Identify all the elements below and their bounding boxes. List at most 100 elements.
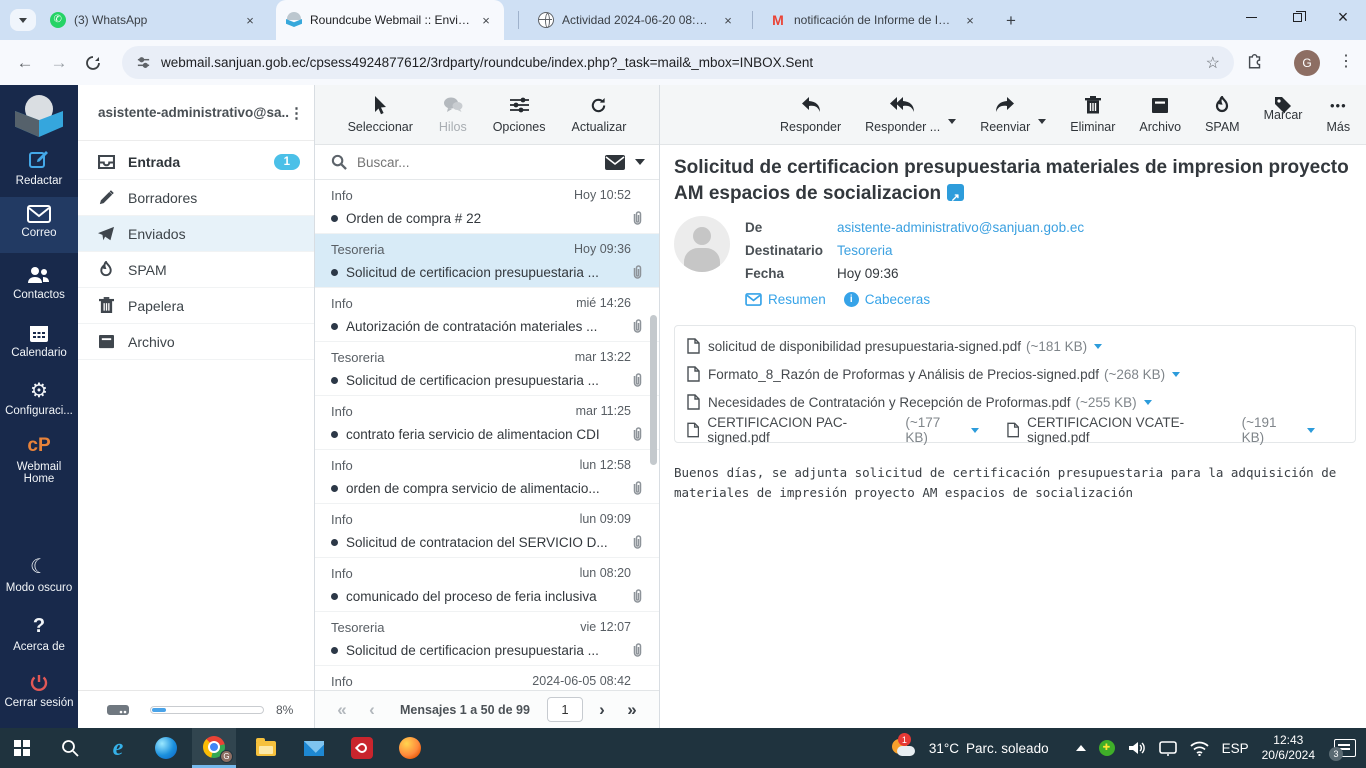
tab-roundcube[interactable]: Roundcube Webmail :: Enviados × [276,0,504,40]
more-button[interactable]: ••• Más [1326,95,1350,135]
reply-all-button[interactable]: Responder ... [865,95,940,134]
forward-button[interactable]: Reenviar [980,95,1030,134]
minimize-button[interactable] [1228,0,1274,34]
taskbar-explorer-button[interactable] [244,728,288,768]
tab-close-icon[interactable]: × [478,12,494,28]
message-row[interactable]: Tesoreria mar 13:22 Solicitud de certific… [315,342,659,396]
message-row[interactable]: Info mar 11:25 contrato feria servicio de… [315,396,659,450]
search-input[interactable] [357,154,605,170]
search-options-chevron-icon[interactable] [635,159,645,165]
delete-button[interactable]: Eliminar [1070,95,1115,134]
tray-chevron-up-icon[interactable] [1075,745,1086,751]
message-row-selected[interactable]: Tesoreria Hoy 09:36 Solicitud de certific… [315,234,659,288]
sidebar-item-modo-oscuro[interactable]: ☾ Modo oscuro [0,556,78,594]
attachment-dropdown-icon[interactable] [1307,427,1316,433]
attachment-dropdown-icon[interactable] [1143,399,1152,405]
recipient-link[interactable]: Tesoreria [837,243,893,258]
folder-papelera[interactable]: Papelera [78,288,314,324]
reply-button[interactable]: Responder [780,95,841,134]
taskbar-ie-button[interactable]: e [96,728,140,768]
clock[interactable]: 12:43 20/6/2024 [1262,733,1315,763]
message-row[interactable]: Tesoreria vie 12:07 Solicitud de certific… [315,612,659,666]
next-page-icon[interactable]: › [587,700,617,720]
sidebar-item-webmail-home[interactable]: cP Webmail Home [0,435,78,485]
message-row[interactable]: Info Hoy 10:52 Orden de compra # 22 [315,180,659,234]
folder-borradores[interactable]: Borradores [78,180,314,216]
last-page-icon[interactable]: » [617,700,647,720]
volume-icon[interactable] [1128,740,1146,756]
forward-button[interactable]: → [42,53,76,73]
sidebar-item-correo[interactable]: Correo [0,197,78,253]
notifications-icon[interactable]: 3 [1329,739,1356,761]
attachment-item[interactable]: CERTIFICACION VCATE-signed.pdf (~191 KB) [1007,415,1316,445]
reload-button[interactable] [76,55,110,71]
taskbar-edge-button[interactable] [144,728,188,768]
start-button[interactable] [0,728,44,768]
options-button[interactable]: Opciones [493,95,546,134]
attachment-dropdown-icon[interactable] [1172,371,1181,377]
attachment-item[interactable]: Necesidades de Contratación y Recepción … [687,394,1152,410]
tab-close-icon[interactable]: × [720,12,736,28]
back-button[interactable]: ← [8,53,42,73]
url-bar[interactable]: webmail.sanjuan.gob.ec/cpsess4924877612/… [122,46,1234,79]
message-row[interactable]: Info lun 09:09 Solicitud de contratacion … [315,504,659,558]
new-tab-button[interactable]: + [998,8,1024,34]
prev-page-icon[interactable]: ‹ [357,700,387,720]
restore-button[interactable] [1274,0,1320,34]
summary-link[interactable]: Resumen [745,292,826,307]
attachment-item[interactable]: solicitud de disponibilidad presupuestar… [687,338,1103,354]
antivirus-tray-icon[interactable] [1098,740,1115,756]
reply-all-dropdown-icon[interactable] [948,119,957,124]
folder-archivo[interactable]: Archivo [78,324,314,360]
weather-temp[interactable]: 31°C [929,741,959,756]
taskbar-firefox-button[interactable] [388,728,432,768]
weather-desc[interactable]: Parc. soleado [966,741,1049,756]
sidebar-item-redactar[interactable]: Redactar [0,149,78,187]
close-button[interactable]: × [1320,0,1366,34]
spam-button[interactable]: SPAM [1205,95,1240,134]
folder-entrada[interactable]: Entrada 1 [78,144,314,180]
list-scrollbar[interactable] [650,315,657,465]
attachment-item[interactable]: Formato_8_Razón de Proformas y Análisis … [687,366,1181,382]
sidebar-item-acerca[interactable]: ? Acerca de [0,615,78,653]
message-row[interactable]: Info lun 12:58 orden de compra servicio d… [315,450,659,504]
tab-close-icon[interactable]: × [242,12,258,28]
archive-button[interactable]: Archivo [1139,95,1181,134]
sidebar-item-contactos[interactable]: Contactos [0,265,78,301]
folder-enviados[interactable]: Enviados [78,216,314,252]
select-button[interactable]: Seleccionar [348,95,413,134]
sidebar-item-cerrar-sesion[interactable]: Cerrar sesión [0,673,78,709]
account-menu-icon[interactable]: ⋮ [289,104,304,122]
threads-button[interactable]: Hilos [439,95,467,134]
page-input[interactable] [547,697,583,722]
taskbar-acrobat-button[interactable] [340,728,384,768]
cast-icon[interactable] [1158,740,1177,756]
weather-icon[interactable]: 1 [890,733,916,759]
account-header[interactable]: asistente-administrativo@sa... ⋮ [78,85,314,141]
first-page-icon[interactable]: « [327,700,357,720]
profile-avatar[interactable]: G [1294,50,1320,76]
tab-close-icon[interactable]: × [962,12,978,28]
attachment-item[interactable]: CERTIFICACION PAC-signed.pdf (~177 KB) [687,415,979,445]
tab-search-button[interactable] [10,9,36,31]
folder-spam[interactable]: SPAM [78,252,314,288]
headers-link[interactable]: i Cabeceras [843,292,930,307]
from-address-link[interactable]: asistente-administrativo@sanjuan.gob.ec [837,220,1084,235]
refresh-button[interactable]: Actualizar [572,95,626,134]
tab-gmail[interactable]: M notificación de Informe de Insti × [760,0,988,40]
taskbar-search-button[interactable] [48,728,92,768]
attachment-dropdown-icon[interactable] [1094,343,1103,349]
attachment-dropdown-icon[interactable] [970,427,979,433]
extensions-icon[interactable] [1246,52,1264,70]
tab-actividad[interactable]: Actividad 2024-06-20 08:00:00 × [528,0,746,40]
url-text[interactable]: webmail.sanjuan.gob.ec/cpsess4924877612/… [161,55,1206,70]
tab-whatsapp[interactable]: (3) WhatsApp × [40,0,268,40]
site-info-icon[interactable] [136,55,151,70]
message-row[interactable]: Info mié 14:26 Autorización de contrataci… [315,288,659,342]
wifi-icon[interactable] [1189,741,1209,756]
forward-dropdown-icon[interactable] [1038,119,1047,124]
bookmark-star-icon[interactable]: ☆ [1206,53,1220,73]
taskbar-chrome-button[interactable]: G [192,728,236,768]
message-row[interactable]: Info lun 08:20 comunicado del proceso de … [315,558,659,612]
sidebar-item-calendario[interactable]: Calendario [0,323,78,359]
